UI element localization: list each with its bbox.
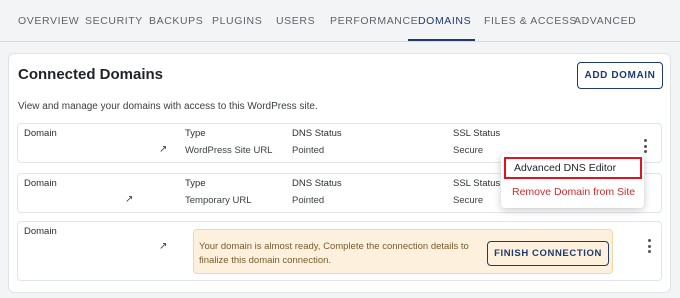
ssl-status-value: Secure	[453, 145, 484, 156]
tab-plugins[interactable]: PLUGINS	[212, 15, 262, 27]
dns-status-value: Pointed	[292, 145, 325, 156]
tab-users[interactable]: USERS	[276, 15, 315, 27]
tab-performance[interactable]: PERFORMANCE	[330, 15, 418, 27]
kebab-menu-icon[interactable]	[640, 139, 650, 153]
tab-overview[interactable]: OVERVIEW	[18, 15, 79, 27]
add-domain-button[interactable]: ADD DOMAIN	[577, 62, 663, 89]
finish-connection-button[interactable]: FINISH CONNECTION	[487, 241, 609, 266]
type-value: Temporary URL	[185, 195, 252, 206]
remove-domain-item[interactable]: Remove Domain from Site	[504, 181, 642, 203]
advanced-dns-editor-item[interactable]: Advanced DNS Editor	[504, 157, 642, 179]
external-link-icon[interactable]: ↗	[159, 241, 167, 252]
dns-status-value: Pointed	[292, 195, 325, 206]
type-label: Type	[185, 128, 206, 139]
domain-label: Domain	[24, 178, 57, 189]
tab-backups[interactable]: BACKUPS	[149, 15, 203, 27]
ssl-status-value: Secure	[453, 195, 484, 206]
pending-connection-notice: Your domain is almost ready, Complete th…	[193, 229, 613, 274]
tab-security[interactable]: SECURITY	[85, 15, 143, 27]
card-description: View and manage your domains with access…	[18, 101, 318, 112]
tab-files-access[interactable]: FILES & ACCESS	[484, 15, 577, 27]
dns-status-label: DNS Status	[292, 178, 342, 189]
domain-label: Domain	[24, 128, 57, 139]
domain-actions-menu: Advanced DNS Editor Remove Domain from S…	[501, 154, 644, 208]
tab-domains[interactable]: DOMAINS	[418, 15, 471, 27]
domain-label: Domain	[24, 226, 57, 237]
ssl-status-label: SSL Status	[453, 178, 501, 189]
external-link-icon[interactable]: ↗	[125, 194, 133, 205]
dns-status-label: DNS Status	[292, 128, 342, 139]
external-link-icon[interactable]: ↗	[159, 144, 167, 155]
domain-row: Domain ↗ Your domain is almost ready, Co…	[17, 221, 662, 281]
kebab-menu-icon[interactable]	[644, 239, 654, 253]
notice-text: Your domain is almost ready, Complete th…	[199, 241, 469, 266]
type-value: WordPress Site URL	[185, 145, 273, 156]
active-tab-indicator	[408, 39, 475, 41]
tab-advanced[interactable]: ADVANCED	[574, 15, 636, 27]
type-label: Type	[185, 178, 206, 189]
card-title: Connected Domains	[18, 66, 164, 83]
settings-tabs: OVERVIEW SECURITY BACKUPS PLUGINS USERS …	[0, 0, 680, 42]
ssl-status-label: SSL Status	[453, 128, 501, 139]
